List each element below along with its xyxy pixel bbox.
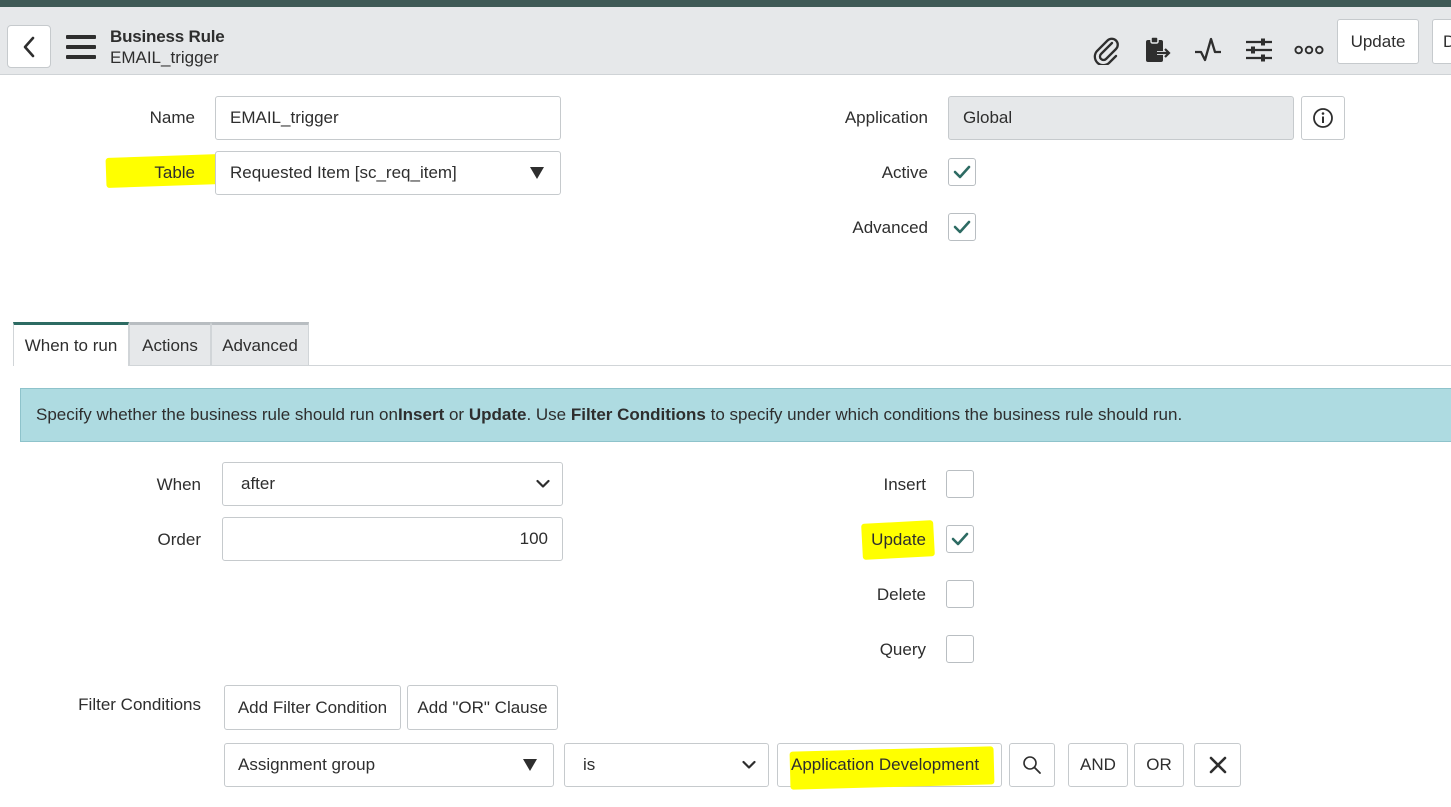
insert-label: Insert (883, 475, 926, 494)
add-or-clause-button[interactable]: Add "OR" Clause (407, 685, 558, 730)
info-filter-conditions: Filter Conditions (570, 405, 706, 424)
checkmark-icon (953, 165, 971, 179)
active-label: Active (881, 163, 928, 182)
advanced-label: Advanced (852, 218, 928, 237)
active-checkbox[interactable] (948, 158, 976, 186)
condition-field-value: Assignment group (238, 755, 376, 774)
dropdown-triangle-icon (523, 759, 537, 771)
info-banner: Specify whether the business rule should… (20, 388, 1451, 442)
table-label: Table (154, 163, 195, 182)
table-select[interactable]: Requested Item [sc_req_item] (215, 151, 561, 195)
top-accent-bar (0, 0, 1451, 7)
insert-checkbox[interactable] (946, 470, 974, 498)
condition-delete-button[interactable] (1194, 743, 1241, 787)
sliders-icon[interactable] (1244, 35, 1274, 65)
chevron-down-icon (536, 479, 550, 488)
activity-pulse-icon[interactable] (1193, 35, 1223, 65)
advanced-checkbox[interactable] (948, 213, 976, 241)
record-name: EMAIL_trigger (110, 48, 219, 67)
form-header: Business Rule EMAIL_trigger Update D (0, 7, 1451, 75)
close-x-icon (1209, 756, 1226, 774)
filter-conditions-label: Filter Conditions (78, 695, 201, 714)
name-input[interactable]: EMAIL_trigger (215, 96, 561, 140)
tab-when-to-run[interactable]: When to run (13, 322, 129, 366)
name-label: Name (149, 108, 195, 127)
tab-advanced[interactable]: Advanced (211, 322, 309, 366)
add-filter-condition-button[interactable]: Add Filter Condition (224, 685, 401, 730)
tab-underline (128, 365, 1451, 366)
order-label: Order (157, 530, 201, 549)
back-chevron-icon (23, 36, 35, 57)
info-insert: Insert (397, 405, 445, 424)
table-select-value: Requested Item [sc_req_item] (230, 163, 457, 182)
condition-and-button[interactable]: AND (1068, 743, 1128, 787)
query-checkbox[interactable] (946, 635, 974, 663)
clipboard-arrow-icon[interactable] (1142, 35, 1172, 65)
info-text-2: or (444, 405, 469, 424)
more-options-icon[interactable] (1294, 35, 1324, 65)
when-select-value: after (241, 474, 276, 493)
condition-search-button[interactable] (1009, 743, 1055, 787)
delete-label: Delete (876, 585, 926, 604)
condition-operator-value: is (583, 755, 596, 774)
checkmark-icon (953, 220, 971, 234)
order-input[interactable]: 100 (222, 517, 563, 561)
query-label: Query (879, 640, 926, 659)
paperclip-icon[interactable] (1091, 35, 1121, 65)
update-checkbox[interactable] (946, 525, 974, 553)
info-icon (1313, 108, 1333, 128)
checkmark-icon (951, 532, 969, 546)
condition-value-text: Application Development (791, 755, 980, 774)
application-info-button[interactable] (1301, 96, 1345, 140)
delete-button[interactable]: D (1432, 19, 1451, 64)
search-magnifier-icon (1023, 756, 1041, 774)
update-button[interactable]: Update (1337, 19, 1419, 64)
when-label: When (156, 475, 201, 494)
back-button[interactable] (7, 25, 51, 68)
chevron-down-icon (742, 760, 756, 769)
delete-checkbox[interactable] (946, 580, 974, 608)
condition-field-select[interactable]: Assignment group (224, 743, 554, 787)
hamburger-menu-icon[interactable] (66, 35, 96, 59)
info-text-1: Specify whether the business rule should… (36, 405, 398, 424)
update-label: Update (871, 530, 926, 549)
application-field: Global (948, 96, 1294, 140)
tab-actions[interactable]: Actions (129, 322, 211, 366)
condition-operator-select[interactable]: is (564, 743, 769, 787)
condition-value-input[interactable]: Application Development (777, 743, 1002, 790)
info-text-4: to specify under which conditions the bu… (705, 405, 1183, 424)
condition-or-button[interactable]: OR (1134, 743, 1184, 787)
page-title: Business Rule (110, 27, 225, 46)
info-update: Update (468, 405, 527, 424)
when-select[interactable]: after (222, 462, 563, 506)
dropdown-triangle-icon (530, 167, 544, 179)
application-label: Application (844, 108, 928, 127)
info-text-3: . Use (526, 405, 571, 424)
